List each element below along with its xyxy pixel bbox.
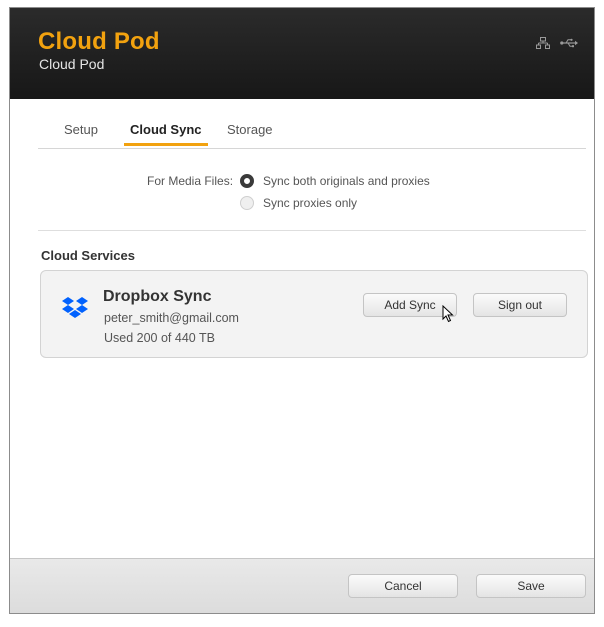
dropbox-service-card: Dropbox Sync peter_smith@gmail.com Used …: [40, 270, 588, 358]
app-title: Cloud Pod: [38, 28, 160, 55]
service-storage-usage: Used 200 of 440 TB: [104, 331, 215, 345]
sync-originals-and-proxies-label[interactable]: Sync both originals and proxies: [263, 174, 430, 188]
dialog-footer: Cancel Save: [10, 558, 594, 613]
service-account-email: peter_smith@gmail.com: [104, 311, 239, 325]
tab-storage[interactable]: Storage: [221, 122, 279, 146]
sync-originals-and-proxies-radio[interactable]: [240, 174, 254, 188]
sign-out-button[interactable]: Sign out: [473, 293, 567, 317]
connection-icons: [536, 37, 578, 49]
tab-setup[interactable]: Setup: [58, 122, 104, 146]
network-icon: [536, 37, 550, 49]
cancel-button[interactable]: Cancel: [348, 574, 458, 598]
sync-proxies-only-radio[interactable]: [240, 196, 254, 210]
tab-cloud-sync[interactable]: Cloud Sync: [124, 122, 208, 146]
sync-proxies-only-label[interactable]: Sync proxies only: [263, 196, 357, 210]
cloud-services-title: Cloud Services: [41, 248, 135, 263]
app-subtitle: Cloud Pod: [39, 56, 105, 72]
save-button[interactable]: Save: [476, 574, 586, 598]
usb-icon: [560, 38, 578, 48]
tab-bar: Setup Cloud Sync Storage: [38, 116, 586, 149]
app-header: Cloud Pod Cloud Pod: [10, 8, 594, 99]
media-files-label: For Media Files:: [147, 174, 234, 188]
section-divider: [38, 230, 586, 231]
service-name: Dropbox Sync: [103, 288, 212, 305]
dropbox-icon: [61, 296, 89, 325]
cloud-pod-window: Cloud Pod Cloud Pod Setup Cloud Sync Sto…: [9, 7, 595, 614]
mouse-pointer-icon: [442, 304, 454, 328]
